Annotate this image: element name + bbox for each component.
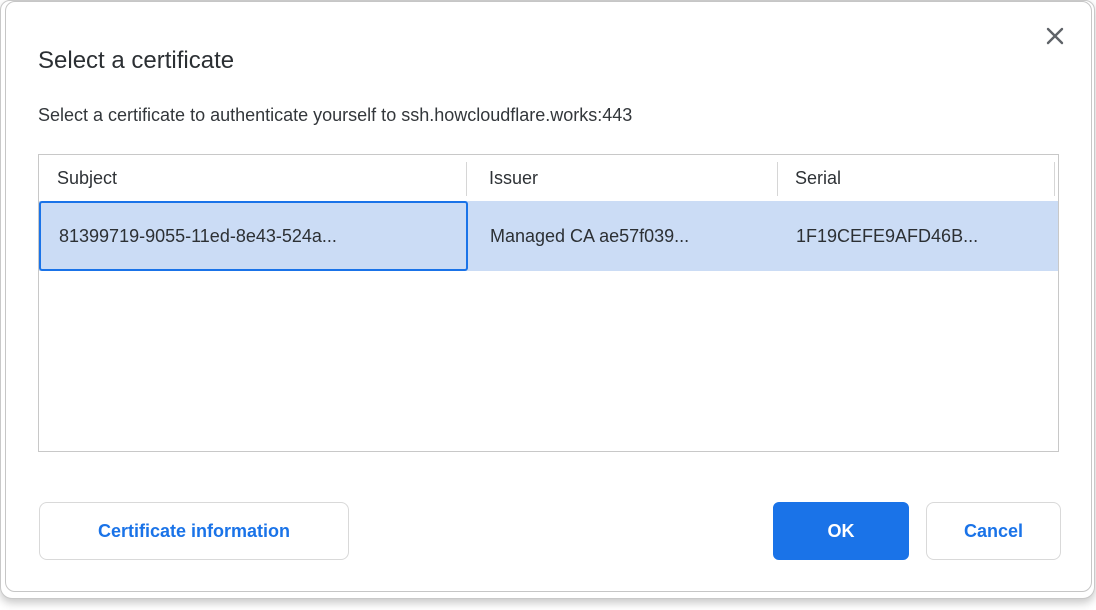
column-header-label: Serial <box>795 168 841 189</box>
close-x-icon <box>1045 26 1065 46</box>
ok-button[interactable]: OK <box>773 502 909 560</box>
cell-subject[interactable]: 81399719-9055-11ed-8e43-524a... <box>39 201 468 271</box>
cell-serial[interactable]: 1F19CEFE9AFD46B... <box>779 201 1058 271</box>
dialog-subtitle: Select a certificate to authenticate you… <box>38 103 632 127</box>
certificate-subject: 81399719-9055-11ed-8e43-524a... <box>59 226 337 247</box>
certificate-table: Subject Issuer Serial 81399719-9055-11ed… <box>38 154 1059 452</box>
column-header-issuer[interactable]: Issuer <box>467 155 778 201</box>
column-divider <box>1054 162 1055 196</box>
cell-issuer[interactable]: Managed CA ae57f039... <box>468 201 779 271</box>
certificate-serial: 1F19CEFE9AFD46B... <box>796 226 978 247</box>
certificate-issuer: Managed CA ae57f039... <box>490 226 689 247</box>
certificate-information-button[interactable]: Certificate information <box>39 502 349 560</box>
column-header-label: Subject <box>57 168 117 189</box>
cancel-button[interactable]: Cancel <box>926 502 1061 560</box>
select-certificate-dialog: Select a certificate Select a certificat… <box>5 1 1092 592</box>
column-header-subject[interactable]: Subject <box>39 155 467 201</box>
column-header-label: Issuer <box>489 168 538 189</box>
table-header-row: Subject Issuer Serial <box>39 155 1058 201</box>
column-header-serial[interactable]: Serial <box>778 155 1055 201</box>
screen: Select a certificate Select a certificat… <box>0 0 1096 610</box>
table-row-certificate[interactable]: 81399719-9055-11ed-8e43-524a... Managed … <box>39 201 1058 271</box>
close-button[interactable] <box>1041 22 1069 50</box>
dialog-title: Select a certificate <box>38 46 234 76</box>
